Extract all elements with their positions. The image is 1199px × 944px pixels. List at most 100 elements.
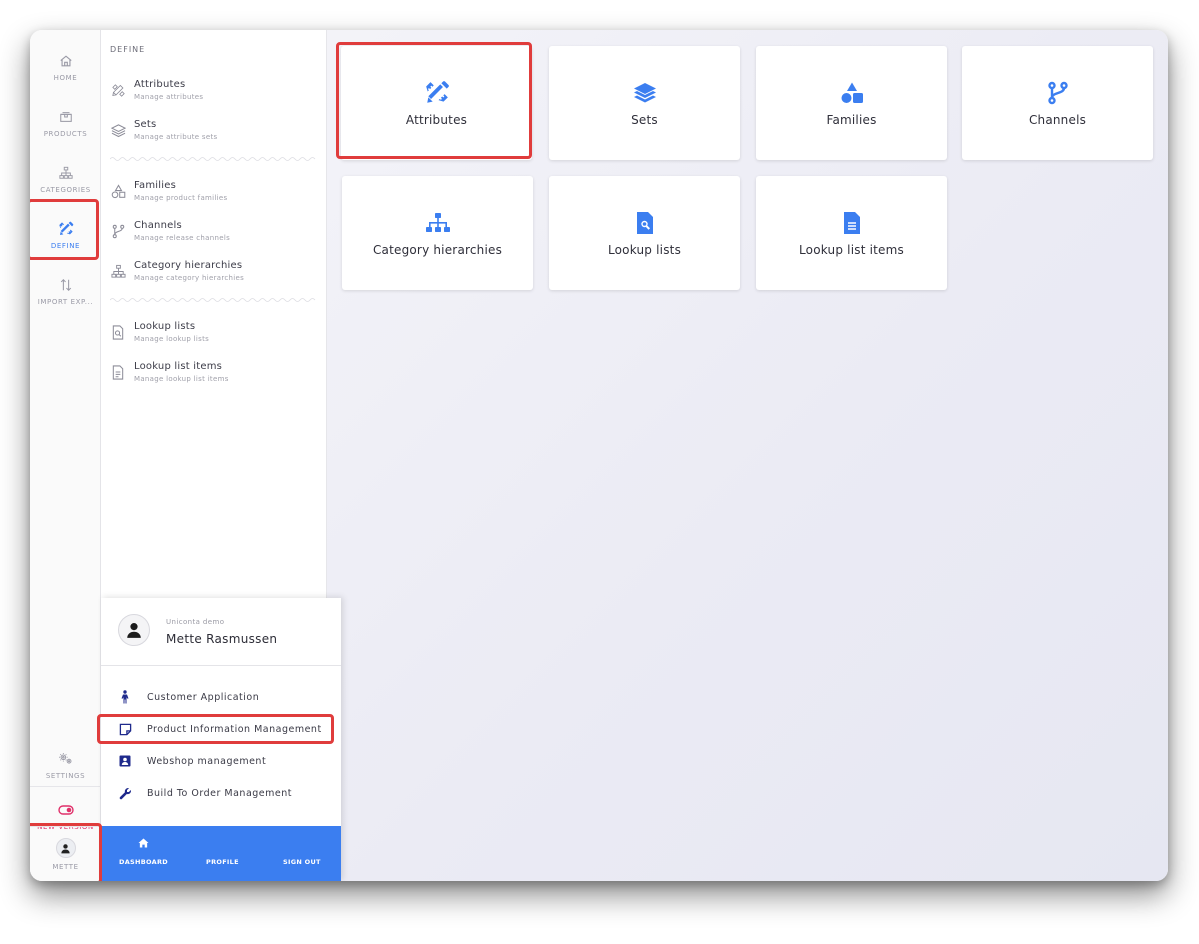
rail-label: CATEGORIES [40,186,91,194]
rail-item-settings[interactable]: SETTINGS [30,737,101,793]
subnav-subtitle: Manage attribute sets [134,133,218,141]
card-label: Sets [631,113,658,127]
app-label: Product Information Management [147,723,322,735]
card-category-hierarchies[interactable]: Category hierarchies [342,176,533,290]
file-lines-icon [843,209,861,237]
rail-label: DEFINE [50,242,81,250]
dashboard-button[interactable]: DASHBOARD [119,826,168,881]
layers-icon [633,79,657,107]
home-icon [59,52,73,70]
layers-icon [110,123,126,138]
rail-item-products[interactable]: PRODUCTS [30,95,101,151]
rail-label: HOME [53,74,78,82]
footer-label: DASHBOARD [119,858,168,866]
footer-label: SIGN OUT [283,858,321,866]
wrench-icon [118,787,132,800]
organization-name: Uniconta demo [166,618,225,626]
subnav-heading: DEFINE [110,45,146,54]
card-families[interactable]: Families [756,46,947,160]
home-icon [138,833,149,852]
pencil-ruler-icon [424,79,450,107]
toggle-icon [57,801,74,819]
rail-label: METTE [52,863,79,871]
subnav-title: Sets [134,119,157,130]
app-window: HOME PRODUCTS CATEGORIES DEFINE IMPORT E… [30,30,1168,881]
subnav-title: Lookup lists [134,321,196,332]
card-attributes[interactable]: Attributes [341,46,532,160]
subnav-subtitle: Manage category hierarchies [134,274,245,282]
subnav-item-channels[interactable]: Channels Manage release channels [101,214,327,248]
sticky-note-icon [118,723,132,736]
card-label: Channels [1028,113,1087,127]
subnav-item-lookup-list-items[interactable]: Lookup list items Manage lookup list ite… [101,355,327,389]
rail-label: IMPORT EXP... [37,298,94,306]
user-menu-footer: DASHBOARD PROFILE SIGN OUT [101,826,341,881]
id-badge-icon [118,755,132,767]
hierarchy-icon [425,209,451,237]
subnav-item-sets[interactable]: Sets Manage attribute sets [101,113,327,147]
file-search-icon [636,209,654,237]
subnav-item-families[interactable]: Families Manage product families [101,174,327,208]
card-label: Families [826,113,877,127]
profile-button[interactable]: PROFILE [206,826,239,881]
rail-item-define[interactable]: DEFINE [30,207,101,263]
hierarchy-icon [58,164,73,182]
subnav-title: Families [134,180,177,191]
subnav-subtitle: Manage product families [134,194,228,202]
rail-item-categories[interactable]: CATEGORIES [30,151,101,207]
rail-item-user[interactable]: METTE [30,830,101,878]
wavy-divider [110,157,316,161]
box-icon [59,108,73,126]
app-webshop-management[interactable]: Webshop management [101,749,341,773]
subnav-subtitle: Manage release channels [134,234,231,242]
file-search-icon [110,324,126,340]
branch-icon [1046,79,1070,107]
import-export-icon [59,276,73,294]
app-product-information-management[interactable]: Product Information Management [101,717,341,741]
rail-divider [30,786,101,787]
branch-icon [110,224,126,239]
subnav-title: Lookup list items [134,361,223,372]
icon-rail: HOME PRODUCTS CATEGORIES DEFINE IMPORT E… [30,30,101,881]
avatar [118,614,150,646]
app-label: Build To Order Management [147,787,292,799]
rail-divider [30,826,101,827]
shapes-icon [110,183,126,199]
rail-label: PRODUCTS [43,130,88,138]
app-label: Webshop management [147,755,267,767]
wavy-divider [110,298,316,302]
card-lookup-list-items[interactable]: Lookup list items [756,176,947,290]
pencil-ruler-icon [58,220,74,238]
card-lookup-lists[interactable]: Lookup lists [549,176,740,290]
shapes-icon [840,79,864,107]
subnav-subtitle: Manage attributes [134,93,204,101]
person-icon [118,690,132,704]
card-label: Lookup list items [799,243,904,257]
subnav-item-attributes[interactable]: Attributes Manage attributes [101,73,327,107]
card-channels[interactable]: Channels [962,46,1153,160]
hierarchy-icon [110,264,126,279]
rail-label: SETTINGS [45,772,86,780]
user-name: Mette Rasmussen [166,632,278,646]
subnav-subtitle: Manage lookup lists [134,335,210,343]
user-profile-header: Uniconta demo Mette Rasmussen [101,598,341,666]
rail-item-import-export[interactable]: IMPORT EXP... [30,263,101,319]
card-label: Attributes [405,113,468,127]
subnav-title: Attributes [134,79,186,90]
app-build-to-order-management[interactable]: Build To Order Management [101,781,341,805]
pencil-ruler-icon [110,83,126,98]
user-menu-popup: Uniconta demo Mette Rasmussen Customer A… [101,598,341,881]
footer-label: PROFILE [206,858,239,866]
card-sets[interactable]: Sets [549,46,740,160]
subnav-title: Category hierarchies [134,260,243,271]
sign-out-button[interactable]: SIGN OUT [283,826,321,881]
card-label: Category hierarchies [372,243,503,257]
subnav-title: Channels [134,220,182,231]
rail-item-home[interactable]: HOME [30,39,101,95]
subnav-item-category-hierarchies[interactable]: Category hierarchies Manage category hie… [101,254,327,288]
gears-icon [58,750,74,768]
file-lines-icon [110,364,126,380]
app-label: Customer Application [147,691,260,703]
app-customer-application[interactable]: Customer Application [101,685,341,709]
subnav-item-lookup-lists[interactable]: Lookup lists Manage lookup lists [101,315,327,349]
